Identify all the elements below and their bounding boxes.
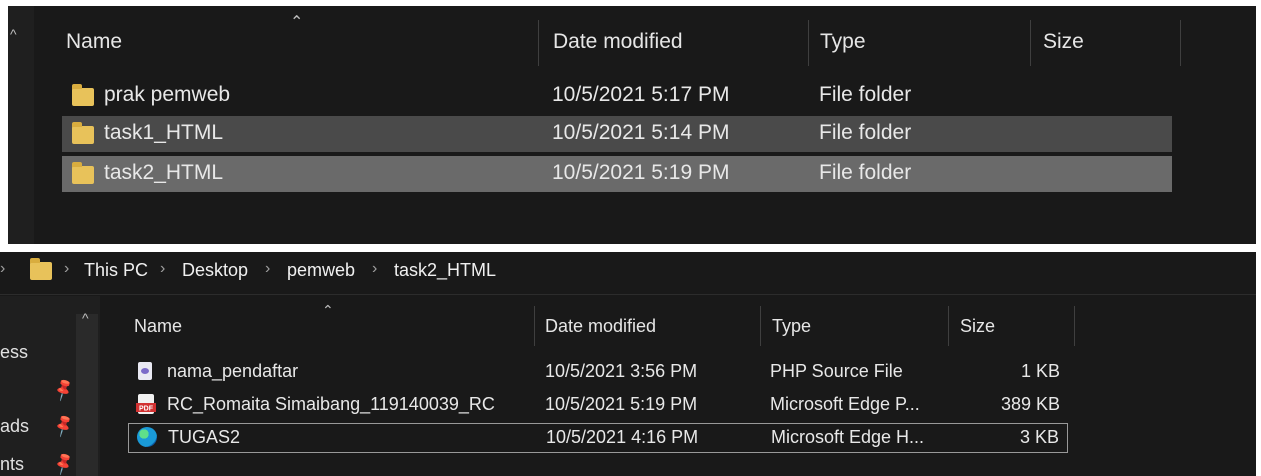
list-item[interactable]: prak pemweb 10/5/2021 5:17 PM File folde… bbox=[62, 78, 1172, 114]
column-header-size[interactable]: Size bbox=[1043, 30, 1084, 54]
file-size: 1 KB bbox=[1020, 361, 1060, 381]
file-type: Microsoft Edge P... bbox=[770, 394, 920, 414]
file-date: 10/5/2021 5:19 PM bbox=[545, 394, 698, 414]
breadcrumb-item[interactable]: This PC bbox=[84, 260, 148, 281]
nav-item-downloads[interactable]: ads bbox=[0, 416, 29, 437]
column-divider[interactable] bbox=[538, 20, 539, 66]
file-name: task1_HTML bbox=[104, 121, 224, 144]
file-date: 10/5/2021 5:14 PM bbox=[552, 121, 730, 144]
file-date: 10/5/2021 3:56 PM bbox=[545, 361, 698, 381]
column-divider[interactable] bbox=[948, 306, 949, 346]
list-item[interactable]: TUGAS2 10/5/2021 4:16 PM Microsoft Edge … bbox=[128, 423, 1068, 453]
file-type: PHP Source File bbox=[770, 361, 903, 381]
file-type: File folder bbox=[819, 121, 912, 144]
column-header-type[interactable]: Type bbox=[772, 316, 811, 337]
column-divider[interactable] bbox=[534, 306, 535, 346]
column-divider[interactable] bbox=[1074, 306, 1075, 346]
file-size: 389 KB bbox=[1000, 394, 1060, 414]
divider bbox=[0, 294, 1256, 295]
column-header-size[interactable]: Size bbox=[960, 316, 995, 337]
breadcrumb-item[interactable]: task2_HTML bbox=[394, 260, 496, 281]
column-header-name[interactable]: Name bbox=[66, 30, 122, 54]
scroll-up-icon[interactable]: ^ bbox=[10, 26, 17, 42]
file-date: 10/5/2021 5:19 PM bbox=[552, 161, 730, 184]
list-item[interactable]: task2_HTML 10/5/2021 5:19 PM File folder bbox=[62, 156, 1172, 192]
file-name: nama_pendaftar bbox=[167, 361, 299, 381]
php-file-icon bbox=[138, 362, 152, 380]
column-divider[interactable] bbox=[760, 306, 761, 346]
column-divider[interactable] bbox=[808, 20, 809, 66]
nav-item-documents[interactable]: nts bbox=[0, 454, 24, 475]
folder-icon bbox=[72, 162, 94, 184]
chevron-right-icon[interactable]: › bbox=[372, 260, 377, 278]
chevron-right-icon[interactable]: › bbox=[265, 260, 270, 278]
list-item[interactable]: task1_HTML 10/5/2021 5:14 PM File folder bbox=[62, 116, 1172, 152]
scroll-up-icon[interactable]: ^ bbox=[82, 310, 89, 326]
file-type: File folder bbox=[819, 83, 912, 106]
column-header-date[interactable]: Date modified bbox=[553, 30, 683, 54]
breadcrumb-item[interactable]: Desktop bbox=[182, 260, 248, 281]
file-type: File folder bbox=[819, 161, 912, 184]
column-divider[interactable] bbox=[1180, 20, 1181, 66]
chevron-right-icon[interactable]: › bbox=[160, 260, 165, 278]
list-item[interactable]: nama_pendaftar 10/5/2021 3:56 PM PHP Sou… bbox=[128, 358, 1068, 386]
edge-html-icon bbox=[137, 427, 157, 447]
chevron-right-icon[interactable]: › bbox=[64, 260, 69, 278]
file-type: Microsoft Edge H... bbox=[771, 427, 925, 447]
file-date: 10/5/2021 5:17 PM bbox=[552, 83, 730, 106]
column-divider[interactable] bbox=[1030, 20, 1031, 66]
sort-ascending-icon: ⌃ bbox=[322, 302, 334, 318]
file-name: RC_Romaita Simaibang_119140039_RC bbox=[167, 394, 495, 414]
list-item[interactable]: PDF RC_Romaita Simaibang_119140039_RC 10… bbox=[128, 391, 1068, 419]
nav-item-quick-access[interactable]: ess bbox=[0, 342, 28, 363]
sort-ascending-icon: ⌃ bbox=[290, 14, 304, 31]
bottom-explorer-pane: › › This PC › Desktop › pemweb › task2_H… bbox=[0, 252, 1256, 476]
file-date: 10/5/2021 4:16 PM bbox=[546, 427, 699, 447]
breadcrumb-item[interactable]: pemweb bbox=[287, 260, 355, 281]
folder-icon bbox=[72, 122, 94, 144]
nav-scrollbar[interactable] bbox=[76, 314, 98, 476]
pdf-file-icon: PDF bbox=[136, 394, 156, 414]
column-header-type[interactable]: Type bbox=[820, 30, 866, 54]
file-name: task2_HTML bbox=[104, 161, 224, 184]
pdf-badge: PDF bbox=[139, 406, 154, 413]
file-name: prak pemweb bbox=[104, 83, 231, 106]
folder-icon bbox=[72, 84, 94, 106]
file-name: TUGAS2 bbox=[168, 427, 241, 447]
column-header-date[interactable]: Date modified bbox=[545, 316, 656, 337]
file-size: 3 KB bbox=[1019, 427, 1059, 447]
column-header-name[interactable]: Name bbox=[134, 316, 182, 337]
chevron-right-icon: › bbox=[0, 260, 6, 277]
folder-icon bbox=[30, 258, 52, 280]
top-explorer-pane: ^ Name ⌃ Date modified Type Size prak pe… bbox=[8, 6, 1256, 244]
